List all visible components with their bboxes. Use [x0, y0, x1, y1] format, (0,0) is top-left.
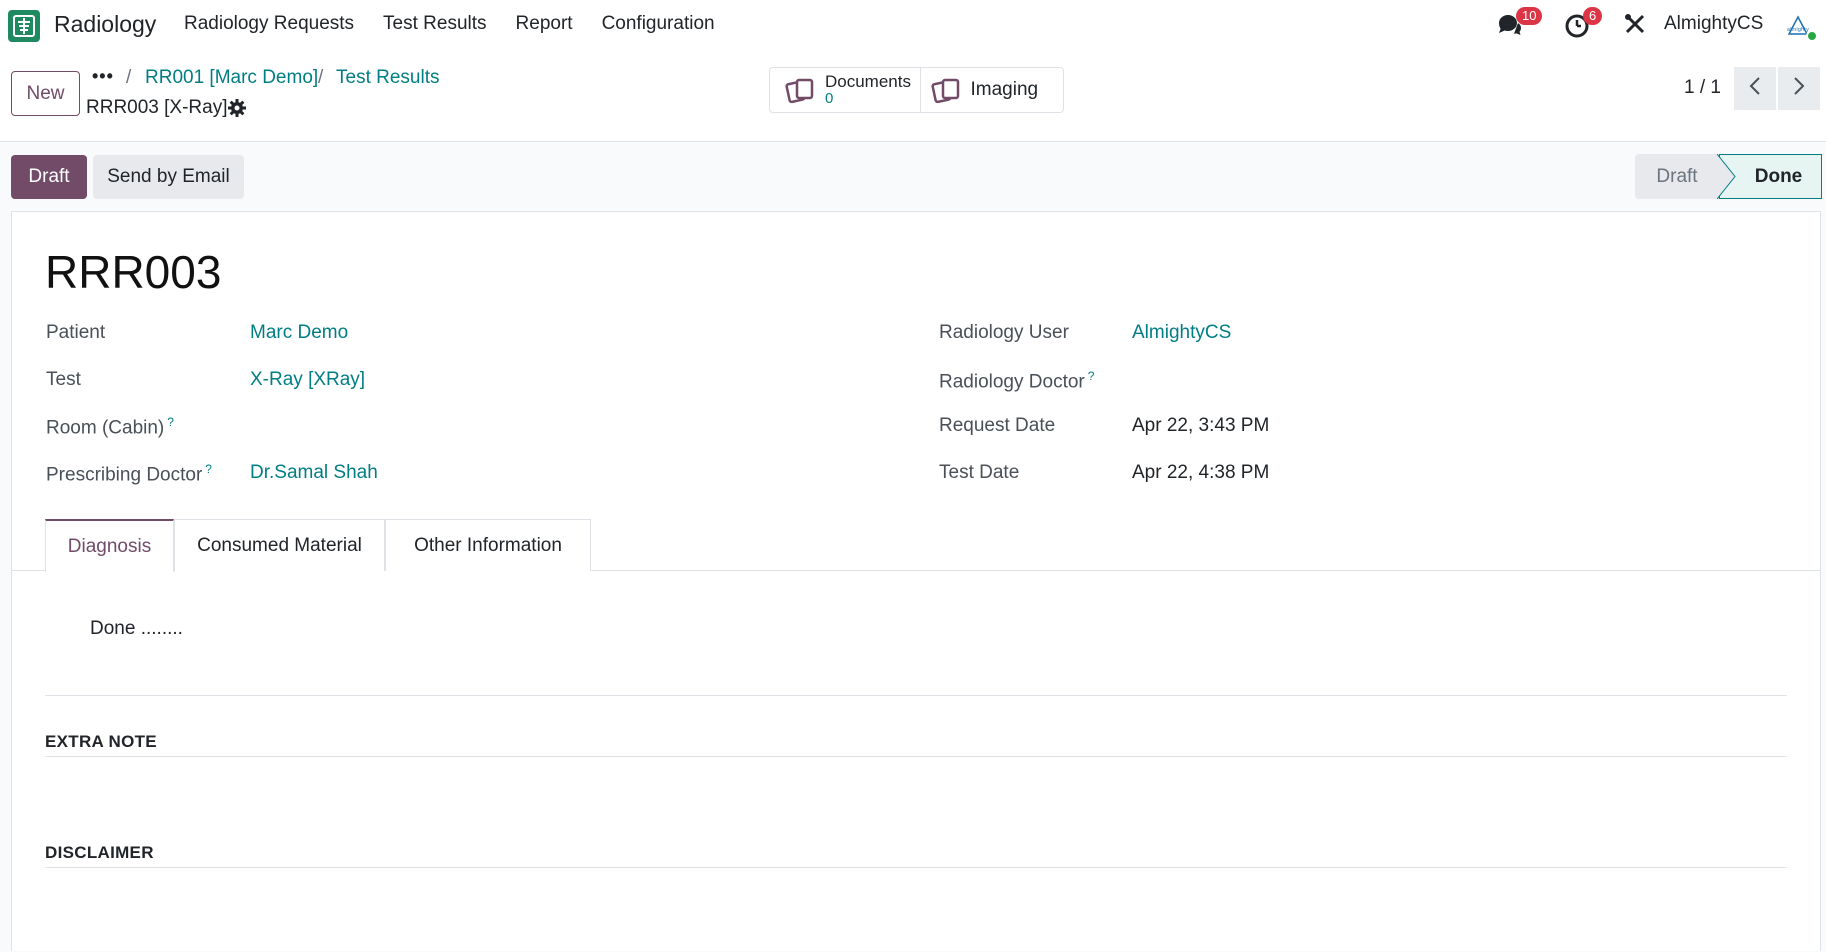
pager-counter[interactable]: 1 / 1: [1684, 77, 1721, 99]
menu-item-radiology-requests[interactable]: Radiology Requests: [184, 13, 354, 35]
activities-badge: 6: [1583, 7, 1603, 25]
breadcrumb-separator: /: [126, 67, 132, 88]
extra-note-title: EXTRA NOTE: [45, 732, 157, 751]
imaging-label: Imaging: [970, 79, 1039, 100]
request-date-field[interactable]: Apr 22, 3:43 PM: [1132, 415, 1269, 437]
user-menu[interactable]: AlmightyCS: [1664, 13, 1763, 35]
notebook-tabs: Diagnosis Consumed Material Other Inform…: [12, 519, 1820, 572]
status-bar: Draft Send by Email Draft Done: [0, 143, 1826, 211]
documents-smart-button[interactable]: Documents 0: [770, 68, 921, 112]
smart-buttons: Documents 0 Imaging: [769, 67, 1064, 113]
help-icon[interactable]: ?: [205, 462, 212, 476]
radiology-user-field[interactable]: AlmightyCS: [1132, 322, 1231, 344]
main-menu: Radiology Requests Test Results Report C…: [184, 13, 744, 35]
app-name[interactable]: Radiology: [54, 11, 156, 38]
messages-badge: 10: [1516, 7, 1543, 25]
menu-item-configuration[interactable]: Configuration: [602, 13, 715, 35]
room-label: Room (Cabin)?: [46, 415, 174, 439]
diagnosis-text[interactable]: Done ........: [90, 618, 183, 640]
documents-count: 0: [825, 90, 834, 107]
tab-other-information[interactable]: Other Information: [385, 519, 591, 571]
divider: [45, 867, 1787, 868]
new-button[interactable]: New: [11, 71, 80, 116]
imaging-smart-button[interactable]: Imaging: [921, 68, 1064, 112]
svg-text:almighty: almighty: [1787, 27, 1809, 33]
divider: [45, 695, 1787, 696]
online-status-dot: [1806, 30, 1818, 42]
chevron-left-icon: [1748, 76, 1762, 102]
breadcrumb-item-test-results[interactable]: Test Results: [336, 67, 439, 89]
set-draft-button[interactable]: Draft: [11, 155, 87, 199]
page-title: RRR003 [X-Ray]: [86, 97, 228, 118]
radiology-doctor-label: Radiology Doctor?: [939, 369, 1095, 393]
breadcrumb-separator: /: [318, 67, 324, 88]
pager-previous-button[interactable]: [1734, 67, 1776, 110]
send-by-email-button[interactable]: Send by Email: [93, 155, 244, 199]
tab-diagnosis[interactable]: Diagnosis: [45, 519, 174, 572]
control-panel: New ••• / RR001 [Marc Demo] / Test Resul…: [0, 50, 1826, 142]
test-field[interactable]: X-Ray [XRay]: [250, 369, 365, 391]
imaging-icon: [930, 75, 961, 105]
documents-icon: [785, 75, 815, 105]
form-sheet: RRR003 Patient Marc Demo Test X-Ray [XRa…: [11, 211, 1821, 951]
documents-label: Documents: [825, 72, 911, 91]
record-name[interactable]: RRR003: [45, 245, 221, 299]
disclaimer-title: DISCLAIMER: [45, 843, 154, 862]
divider: [45, 756, 1787, 757]
tab-consumed-material[interactable]: Consumed Material: [174, 519, 385, 571]
help-icon[interactable]: ?: [1088, 369, 1095, 383]
request-date-label: Request Date: [939, 415, 1056, 436]
test-label: Test: [46, 369, 81, 390]
patient-label: Patient: [46, 322, 106, 343]
menu-item-report[interactable]: Report: [516, 13, 573, 35]
chevron-right-icon: [1792, 76, 1806, 102]
room-field[interactable]: [250, 415, 550, 439]
breadcrumb-item-request[interactable]: RR001 [Marc Demo]: [145, 67, 318, 89]
radiology-user-label: Radiology User: [939, 322, 1069, 343]
more-actions-icon[interactable]: •••: [92, 66, 114, 87]
prescribing-doctor-field[interactable]: Dr.Samal Shah: [250, 462, 378, 484]
stage-draft[interactable]: Draft: [1635, 154, 1719, 199]
patient-field[interactable]: Marc Demo: [250, 322, 348, 344]
prescribing-doctor-label: Prescribing Doctor?: [46, 462, 212, 486]
test-date-field[interactable]: Apr 22, 4:38 PM: [1132, 462, 1269, 484]
stage-selector: Draft Done: [1635, 154, 1822, 199]
menu-item-test-results[interactable]: Test Results: [383, 13, 486, 35]
pager-next-button[interactable]: [1778, 67, 1820, 110]
top-navbar: Radiology Radiology Requests Test Result…: [0, 0, 1826, 50]
radiology-doctor-field[interactable]: [1132, 369, 1432, 393]
tools-icon[interactable]: [1623, 12, 1649, 38]
radiology-app-icon[interactable]: [8, 10, 40, 42]
test-date-label: Test Date: [939, 462, 1020, 483]
gear-icon[interactable]: [227, 98, 247, 118]
help-icon[interactable]: ?: [167, 415, 174, 429]
stage-arrow-icon: [1717, 154, 1736, 199]
